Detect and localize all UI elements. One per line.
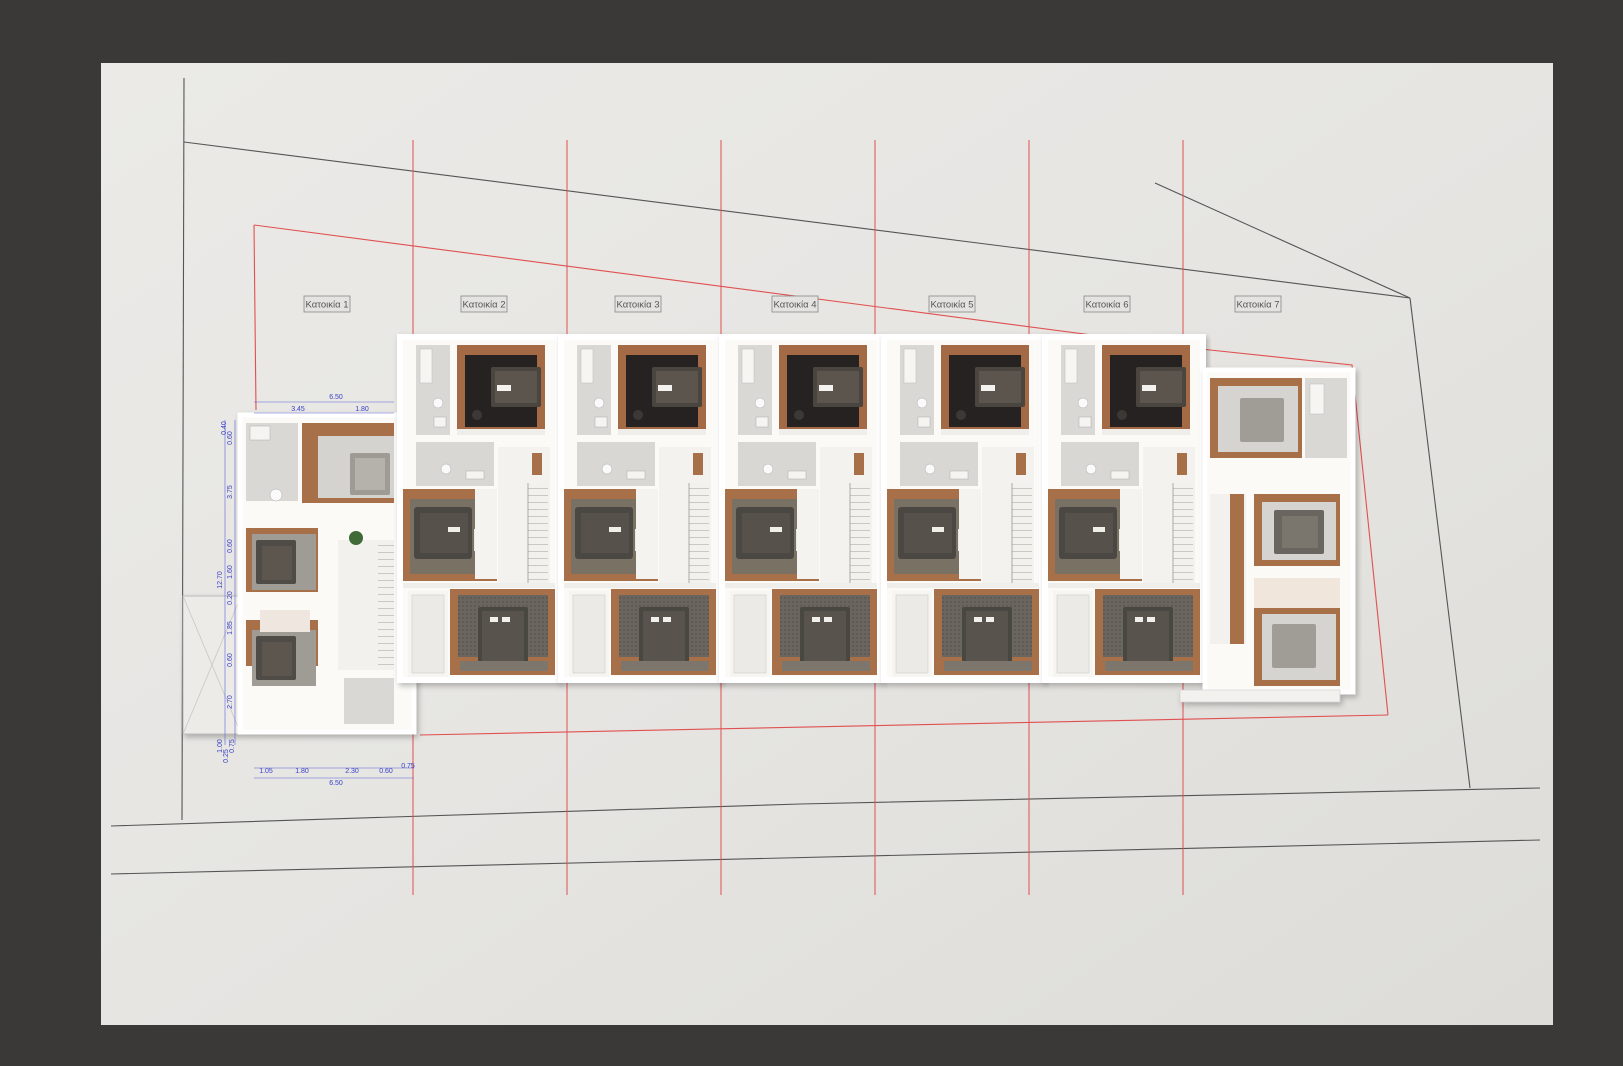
- house-label-5-text: Κατοικία 5: [930, 300, 973, 311]
- dim-left-d: 0.60: [227, 539, 234, 553]
- dim-left-i: 2.70: [227, 695, 234, 709]
- dim-left-l: 0.75: [229, 739, 236, 753]
- dim-bottom-a: 1.05: [259, 768, 273, 775]
- house-label-3: Κατοικία 3: [614, 295, 662, 313]
- house-5-floorplan: [884, 337, 1042, 680]
- house-label-4: Κατοικία 4: [771, 295, 819, 313]
- dim-bottom-total: 6.50: [329, 780, 343, 787]
- dim-left-b: 0.60: [227, 431, 234, 445]
- house-label-6: Κατοικία 6: [1083, 295, 1131, 313]
- house-label-2-text: Κατοικία 2: [462, 300, 505, 311]
- house-label-7-text: Κατοικία 7: [1236, 300, 1279, 311]
- house-label-3-text: Κατοικία 3: [616, 300, 659, 311]
- house-label-1: Κατοικία 1: [303, 295, 351, 313]
- house-2-floorplan: [400, 337, 558, 680]
- dim-top-total: 6.50: [329, 394, 343, 401]
- dim-bottom-b: 1.80: [295, 768, 309, 775]
- dim-bottom-e: 0.75: [401, 763, 415, 770]
- dim-left-e: 1.60: [227, 565, 234, 579]
- house-label-7: Κατοικία 7: [1234, 295, 1282, 313]
- site-plan: Κατοικία 1 Κατοικία 2 Κατοικία 3 Κατοικί…: [101, 63, 1553, 1025]
- house-label-2: Κατοικία 2: [460, 295, 508, 313]
- house-label-6-text: Κατοικία 6: [1085, 300, 1128, 311]
- dim-bottom-d: 0.60: [379, 768, 393, 775]
- dim-top-b: 1.80: [355, 406, 369, 413]
- dim-bottom-c: 2.30: [345, 768, 359, 775]
- house-label-5: Κατοικία 5: [928, 295, 976, 313]
- house-3-floorplan: [561, 337, 719, 680]
- house-label-4-text: Κατοικία 4: [773, 300, 816, 311]
- dim-left-c: 3.75: [227, 485, 234, 499]
- dim-left-g: 1.85: [227, 621, 234, 635]
- dim-left-h: 0.60: [227, 653, 234, 667]
- render-stage: Κατοικία 1 Κατοικία 2 Κατοικία 3 Κατοικί…: [0, 0, 1623, 1061]
- house-label-1-text: Κατοικία 1: [305, 300, 348, 311]
- dim-left-total: 12.70: [217, 571, 224, 589]
- house-7-floorplan: [1179, 367, 1356, 703]
- house-6-floorplan: [1045, 337, 1203, 680]
- dim-top-a: 3.45: [291, 406, 305, 413]
- dim-left-f: 0.20: [227, 591, 234, 605]
- house-4-floorplan: [722, 337, 880, 680]
